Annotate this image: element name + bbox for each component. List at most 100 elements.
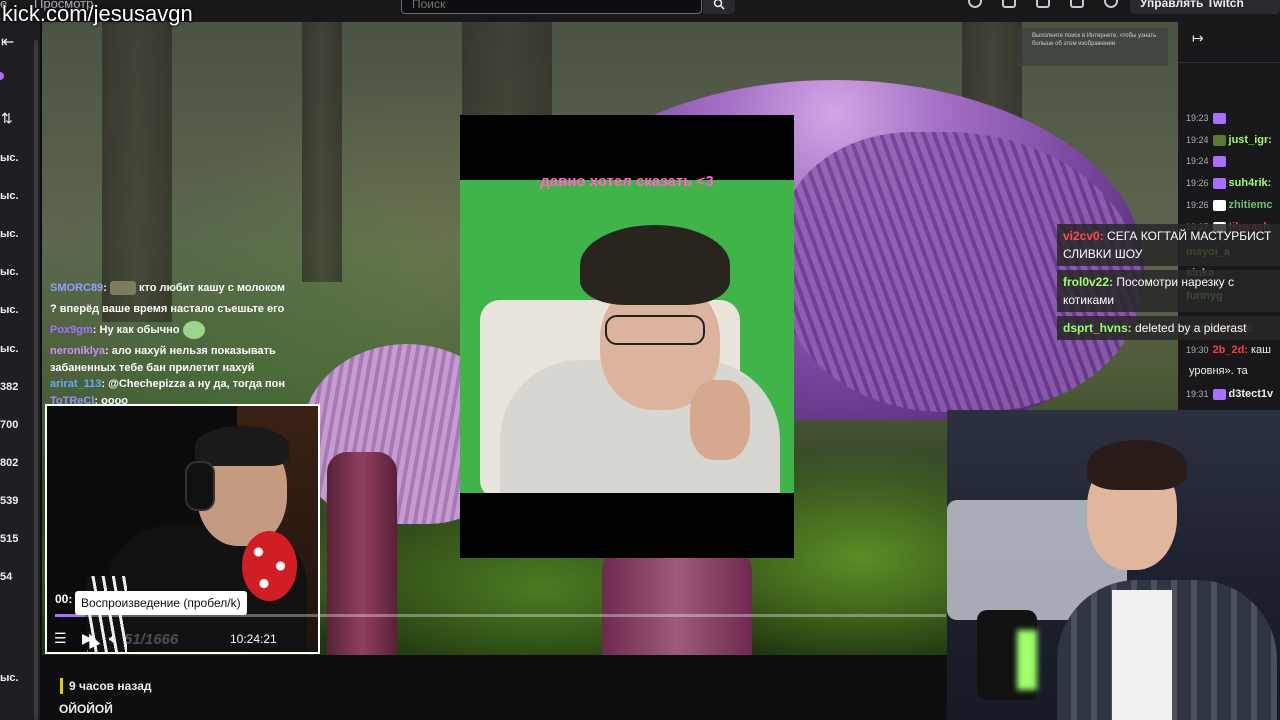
chat-badge-icon[interactable] [1212, 199, 1226, 211]
chat-timestamp: 19:30 [1186, 345, 1209, 355]
video-timestamp: 10:24:21 [230, 632, 277, 646]
sidebar-viewers[interactable]: 382 [0, 381, 18, 393]
sidebar-viewers[interactable]: ыс. [0, 228, 19, 240]
prime-icon[interactable] [1002, 0, 1016, 8]
chat-badge-icon[interactable] [1212, 134, 1226, 146]
volume-icon[interactable]: 🔈︎ [109, 630, 117, 647]
embedded-short-video: давно хотел сказать <3 [460, 115, 794, 558]
top-icon-group [968, 0, 1118, 8]
chat-message: 19:24 [1186, 155, 1229, 167]
refresh-icon[interactable] [968, 0, 982, 8]
stream-chat-overlay-2: vi2cv0: СЕГА КОГТАЙ МАСТУРБИСТ СЛИВКИ ШО… [1057, 224, 1280, 344]
inbox-icon[interactable] [1036, 0, 1050, 8]
overlay-chat-user: Pox9gm [50, 324, 93, 336]
image-search-hint: Выполните поиск в Интернете, чтобы узнат… [1018, 28, 1168, 66]
info-accent-bar [60, 678, 63, 694]
gear-icon[interactable] [1104, 0, 1118, 8]
overlay-chat-line: vi2cv0: СЕГА КОГТАЙ МАСТУРБИСТ СЛИВКИ ШО… [1057, 224, 1280, 266]
green-screen [460, 180, 794, 493]
chat-timestamp: 19:24 [1186, 135, 1209, 145]
sidebar-viewers[interactable]: 515 [0, 533, 18, 545]
video-info [42, 663, 947, 720]
chat-text: уровня». та [1189, 365, 1248, 377]
overlay-chat-line: SMORC89: кто любит кашу с молоком [50, 281, 285, 296]
chat-username[interactable]: 2b_2d: [1213, 344, 1248, 356]
playlist-icon[interactable]: ☰ [54, 630, 67, 647]
sidebar-viewers[interactable]: 700 [0, 419, 18, 431]
chat-badge-icon[interactable] [1212, 112, 1226, 124]
screen: е Просмотр Управлять Twitch ⇤ ⇅ ыс. ыс. … [0, 0, 1280, 720]
chat-username[interactable]: suh4rik: [1229, 177, 1272, 189]
sidebar-viewers[interactable]: ыс. [0, 672, 19, 684]
elapsed-time: 00: [55, 592, 73, 606]
sidebar-viewers[interactable]: ыс. [0, 304, 19, 316]
sidebar-viewers[interactable]: 802 [0, 457, 18, 469]
background-tree [102, 22, 172, 322]
collapse-chat-icon[interactable]: ↦ [1192, 30, 1204, 47]
chat-divider [1178, 62, 1280, 63]
small-mushroom-stem [327, 452, 397, 658]
overlay-chat-user: dsprt_hvns: [1063, 321, 1132, 335]
collapse-sidebar-icon[interactable]: ⇤ [1, 32, 14, 52]
chat-message: 19:31 d3tect1v [1186, 388, 1273, 400]
sort-icon[interactable]: ⇅ [1, 110, 13, 127]
sidebar-viewers[interactable]: 54 [0, 571, 12, 583]
sidebar-viewers[interactable]: ыс. [0, 152, 19, 164]
overlay-chat-text: ? вперёд ваше время настало съешьте его [50, 303, 285, 315]
chat-username[interactable]: zhitiemc [1229, 199, 1273, 211]
stream-title: ОЙОЙОЙ [59, 702, 113, 716]
overlay-chat-text: ало нахуй нельзя показывать [111, 345, 276, 357]
mic-light [1017, 630, 1037, 690]
streamer-hair [195, 426, 289, 466]
overlay-chat-text: deleted by a piderast [1135, 321, 1247, 335]
overlay-chat-line: frol0v22: Посомотри нарезку с котиками [1057, 270, 1280, 312]
overlay-chat-line: забаненных тебе бан прилетит нахуй [50, 362, 320, 374]
overlay-chat-line: arirat_113: @Chechepizza а ну да, тогда … [50, 378, 286, 390]
mushroom-stem [602, 542, 752, 658]
chat-message: уровня». та [1186, 365, 1248, 377]
chat-badge-icon[interactable] [1212, 155, 1226, 167]
streamer-tshirt [1112, 590, 1172, 720]
chat-username[interactable]: d3tect1v [1229, 388, 1274, 400]
sidebar-viewers[interactable]: ыс. [0, 190, 19, 202]
overlay-chat-text: кто любит кашу с молоком [138, 282, 285, 294]
live-indicator [0, 72, 4, 80]
chat-timestamp: 19:23 [1186, 113, 1209, 123]
sidebar-viewers[interactable]: 539 [0, 495, 18, 507]
left-sidebar: ⇤ ⇅ ыс. ыс. ыс. ыс. ыс. ыс. 382 700 802 … [0, 22, 40, 720]
chat-message: 19:26 suh4rik: [1186, 177, 1271, 189]
chat-message: 19:24 just_igr: [1186, 134, 1272, 146]
channel-watermark: kick.com/jesusavgn [2, 1, 193, 26]
chat-message: 19:30 2b_2d: каш [1186, 344, 1271, 356]
chat-username[interactable]: just_igr: [1229, 134, 1272, 146]
emote-icon [182, 321, 205, 340]
chat-badge-icon[interactable] [1212, 388, 1226, 400]
chat-timestamp: 19:26 [1186, 200, 1209, 210]
search-input[interactable] [401, 0, 702, 14]
headphones [185, 461, 215, 511]
manage-twitch-button[interactable]: Управлять Twitch [1130, 0, 1280, 14]
chat-text: каш [1251, 344, 1271, 356]
streamer-hair [1087, 440, 1187, 490]
chat-badge-icon[interactable] [1212, 177, 1226, 189]
chat-panel: ↦ 19:23 19:24 just_igr: 19:24 19:26 suh4rik: 1… [1178, 22, 1280, 420]
overlay-chat-user: neroniklya [50, 345, 106, 357]
overlay-chat-line: ? вперёд ваше время настало съешьте его [50, 299, 320, 320]
overlay-chat-text: @Chechepizza а ну да, тогда пон [108, 378, 286, 390]
chat-timestamp: 19:26 [1186, 178, 1209, 188]
search-button[interactable] [703, 0, 735, 14]
clip-counter: 51/1666 [124, 631, 179, 648]
overlay-chat-text: Ну как обычно [99, 324, 180, 336]
overlay-chat-line: Pox9gm: Ну как обычно [50, 320, 320, 341]
notifications-icon[interactable] [1070, 0, 1084, 8]
streamer-webcam [947, 410, 1280, 720]
sidebar-viewers[interactable]: ыс. [0, 266, 19, 278]
microphone [242, 531, 297, 601]
overlay-chat-user: arirat_113 [50, 378, 102, 390]
hand [690, 380, 750, 460]
sidebar-scrollbar[interactable] [34, 40, 38, 720]
overlay-chat-line: dsprt_hvns: deleted by a piderast [1057, 316, 1280, 340]
glasses [605, 315, 705, 345]
sidebar-viewers[interactable]: ыс. [0, 343, 19, 355]
player-bottom-edge [42, 655, 947, 663]
